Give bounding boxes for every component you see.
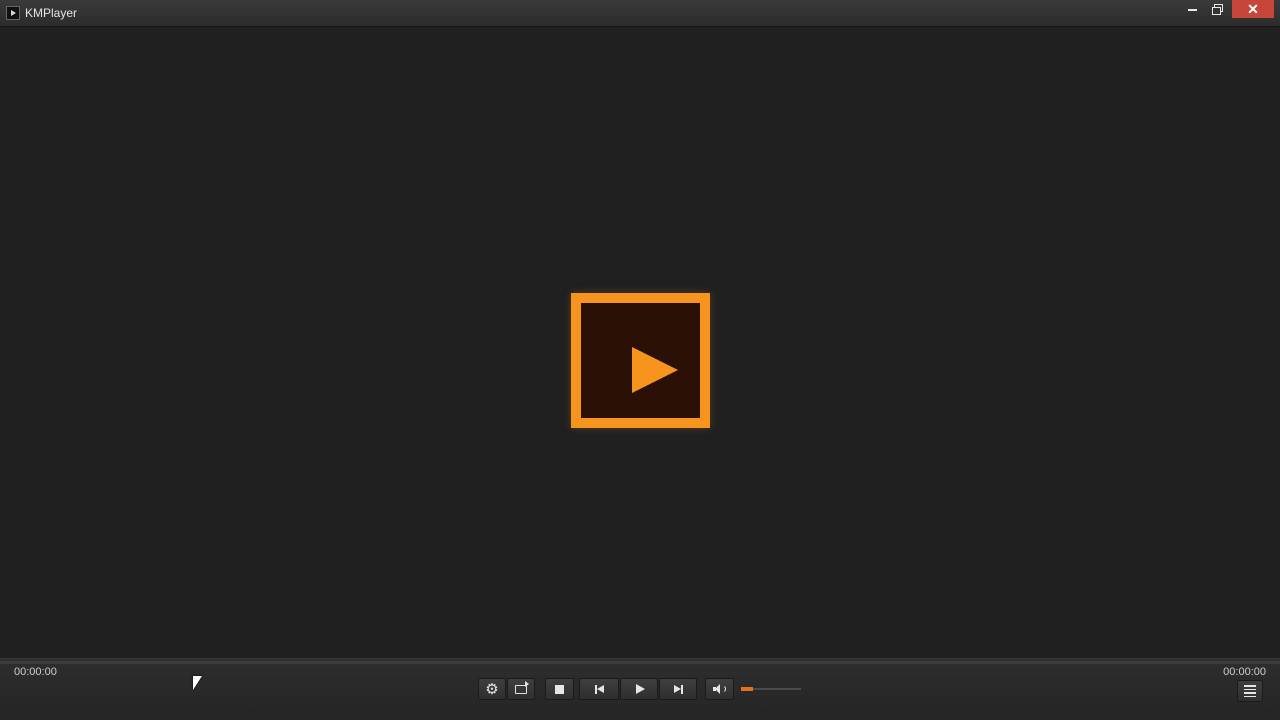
close-button[interactable]: ✕	[1232, 0, 1274, 18]
minimize-icon	[1187, 9, 1197, 11]
volume-slider[interactable]	[741, 687, 801, 691]
window-title: KMPlayer	[25, 6, 78, 20]
next-button[interactable]	[659, 678, 697, 700]
seek-bar[interactable]	[0, 661, 1280, 664]
video-display[interactable]	[0, 27, 1280, 658]
play-logo-icon[interactable]	[571, 293, 710, 428]
stop-button[interactable]	[545, 678, 574, 700]
previous-button[interactable]	[579, 678, 619, 700]
volume-level	[741, 687, 753, 691]
playlist-button[interactable]	[1237, 680, 1263, 702]
volume-icon	[712, 684, 727, 694]
settings-button[interactable]: ⚙	[478, 678, 506, 700]
skip-previous-icon	[594, 684, 604, 694]
repeat-button[interactable]	[507, 678, 535, 700]
repeat-icon	[515, 680, 529, 694]
play-icon	[635, 684, 645, 694]
playlist-icon	[1244, 685, 1256, 697]
title-bar[interactable]: KMPlayer ✕	[0, 0, 1280, 27]
elapsed-time: 00:00:00	[14, 666, 57, 678]
total-time: 00:00:00	[1223, 666, 1266, 678]
skip-next-icon	[673, 684, 683, 694]
close-icon: ✕	[1247, 1, 1259, 17]
minimize-button[interactable]	[1180, 0, 1204, 18]
kmplayer-window: KMPlayer ✕ 00:00:00 00:00:00 ⚙	[0, 0, 1280, 720]
gear-icon: ⚙	[485, 680, 499, 698]
kmplayer-app-icon[interactable]	[6, 6, 20, 20]
restore-button[interactable]	[1205, 0, 1229, 18]
control-panel: 00:00:00 00:00:00 ⚙	[0, 658, 1280, 720]
play-button[interactable]	[620, 678, 658, 700]
stop-icon	[555, 684, 564, 694]
mouse-cursor	[193, 676, 202, 690]
restore-icon	[1211, 4, 1223, 15]
volume-button[interactable]	[705, 678, 734, 700]
